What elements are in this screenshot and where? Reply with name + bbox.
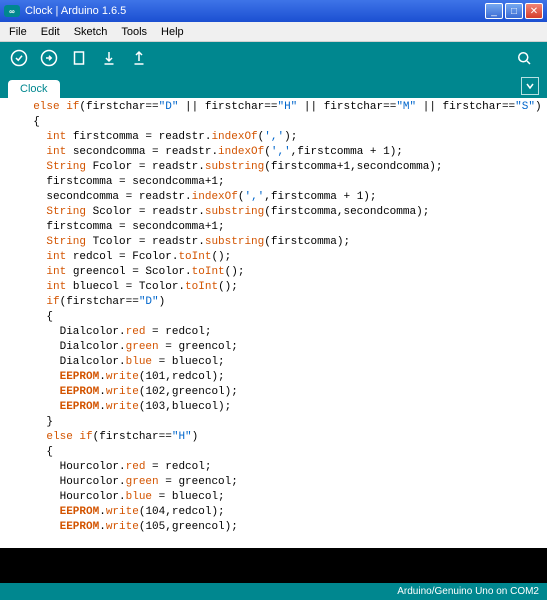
code-line: EEPROM.write(102,greencol); bbox=[20, 385, 539, 400]
console-output bbox=[0, 548, 547, 583]
code-line: String Fcolor = readstr.substring(firstc… bbox=[20, 160, 539, 175]
menu-tools[interactable]: Tools bbox=[114, 24, 154, 40]
code-line: int bluecol = Tcolor.toInt(); bbox=[20, 280, 539, 295]
code-line: EEPROM.write(101,redcol); bbox=[20, 370, 539, 385]
code-line: else if(firstchar=="H") bbox=[20, 430, 539, 445]
code-line: String Tcolor = readstr.substring(firstc… bbox=[20, 235, 539, 250]
verify-button[interactable] bbox=[6, 45, 32, 71]
window-title: Clock | Arduino 1.6.5 bbox=[25, 5, 485, 17]
code-line: Hourcolor.blue = bluecol; bbox=[20, 490, 539, 505]
code-line: } bbox=[20, 415, 539, 430]
code-line: Hourcolor.red = redcol; bbox=[20, 460, 539, 475]
code-line: Dialcolor.red = redcol; bbox=[20, 325, 539, 340]
code-line: else if(firstchar=="D" || firstchar=="H"… bbox=[20, 100, 539, 115]
code-line: Dialcolor.green = greencol; bbox=[20, 340, 539, 355]
menu-bar: File Edit Sketch Tools Help bbox=[0, 22, 547, 42]
menu-help[interactable]: Help bbox=[154, 24, 191, 40]
code-line: { bbox=[20, 115, 539, 130]
code-line: EEPROM.write(104,redcol); bbox=[20, 505, 539, 520]
toolbar bbox=[0, 42, 547, 74]
code-line: Dialcolor.blue = bluecol; bbox=[20, 355, 539, 370]
code-line: EEPROM.write(103,bluecol); bbox=[20, 400, 539, 415]
code-line: EEPROM.write(105,greencol); bbox=[20, 520, 539, 535]
save-button[interactable] bbox=[126, 45, 152, 71]
close-button[interactable]: ✕ bbox=[525, 3, 543, 19]
serial-monitor-button[interactable] bbox=[511, 45, 537, 71]
status-bar: Arduino/Genuino Uno on COM2 bbox=[0, 583, 547, 600]
menu-sketch[interactable]: Sketch bbox=[67, 24, 115, 40]
tab-bar: Clock bbox=[0, 74, 547, 98]
app-icon: ∞ bbox=[4, 5, 20, 17]
code-editor[interactable]: else if(firstchar=="D" || firstchar=="H"… bbox=[0, 98, 547, 548]
code-line: int redcol = Fcolor.toInt(); bbox=[20, 250, 539, 265]
tab-clock[interactable]: Clock bbox=[8, 80, 60, 98]
tab-menu-dropdown[interactable] bbox=[521, 77, 539, 95]
code-line: Hourcolor.green = greencol; bbox=[20, 475, 539, 490]
open-button[interactable] bbox=[96, 45, 122, 71]
code-line: String Scolor = readstr.substring(firstc… bbox=[20, 205, 539, 220]
code-line: int secondcomma = readstr.indexOf(',',fi… bbox=[20, 145, 539, 160]
upload-button[interactable] bbox=[36, 45, 62, 71]
board-status: Arduino/Genuino Uno on COM2 bbox=[397, 586, 539, 597]
code-line: { bbox=[20, 310, 539, 325]
code-line: int greencol = Scolor.toInt(); bbox=[20, 265, 539, 280]
code-line: int firstcomma = readstr.indexOf(','); bbox=[20, 130, 539, 145]
code-line: { bbox=[20, 445, 539, 460]
minimize-button[interactable]: _ bbox=[485, 3, 503, 19]
window-titlebar: ∞ Clock | Arduino 1.6.5 _ □ ✕ bbox=[0, 0, 547, 22]
new-button[interactable] bbox=[66, 45, 92, 71]
menu-edit[interactable]: Edit bbox=[34, 24, 67, 40]
code-line: secondcomma = readstr.indexOf(',',firstc… bbox=[20, 190, 539, 205]
code-line: firstcomma = secondcomma+1; bbox=[20, 175, 539, 190]
menu-file[interactable]: File bbox=[2, 24, 34, 40]
maximize-button[interactable]: □ bbox=[505, 3, 523, 19]
code-line: firstcomma = secondcomma+1; bbox=[20, 220, 539, 235]
code-line: if(firstchar=="D") bbox=[20, 295, 539, 310]
